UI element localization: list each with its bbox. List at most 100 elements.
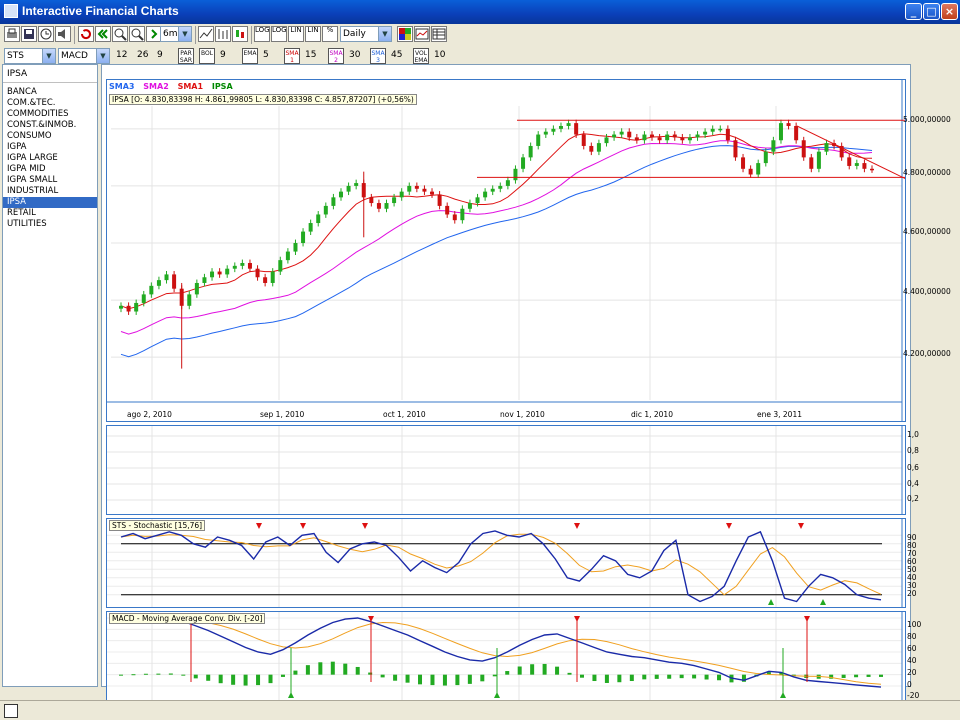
macd-histogram-bar xyxy=(193,674,198,679)
index-item-igpa-small[interactable]: IGPA SMALL xyxy=(3,175,97,186)
line-chart-icon[interactable] xyxy=(198,26,214,42)
macd-slow-value[interactable]: 26 xyxy=(137,50,148,60)
price-chart[interactable] xyxy=(107,80,905,421)
index-item-consumo[interactable]: CONSUMO xyxy=(3,131,97,142)
candle-body xyxy=(778,123,783,141)
candle-body xyxy=(536,134,541,146)
macd-histogram-bar xyxy=(231,674,236,685)
volume-ema-button[interactable]: VOL EMA xyxy=(413,48,429,64)
candle-chart-icon[interactable] xyxy=(232,26,248,42)
index-item-ipsa[interactable]: IPSA xyxy=(3,197,97,208)
index-item-utilities[interactable]: UTILITIES xyxy=(3,219,97,230)
print-icon[interactable] xyxy=(4,26,20,42)
bollinger-value[interactable]: 9 xyxy=(220,50,226,60)
save-icon[interactable] xyxy=(21,26,37,42)
macd-histogram-bar xyxy=(866,674,871,677)
candle-body xyxy=(194,282,199,295)
ema-button[interactable]: EMA xyxy=(242,48,258,64)
percent-scale-button[interactable]: % xyxy=(322,26,338,42)
bollinger-button[interactable]: BOL xyxy=(199,48,215,64)
sma1-button[interactable]: SMA 1 xyxy=(284,48,300,64)
candle-body xyxy=(263,277,268,283)
sell-signal-marker xyxy=(300,523,306,529)
sma3-button[interactable]: SMA 3 xyxy=(370,48,386,64)
candle-body xyxy=(543,131,548,135)
clock-icon[interactable] xyxy=(38,26,54,42)
macd-histogram-bar xyxy=(579,674,584,678)
y-axis-label: 100 xyxy=(907,620,922,629)
sma1-value[interactable]: 15 xyxy=(305,50,316,60)
bar-chart-icon[interactable] xyxy=(215,26,231,42)
candle-body xyxy=(718,128,723,131)
log-scale-button[interactable]: LOG xyxy=(254,26,270,42)
index-item-commodities[interactable]: COMMODITIES xyxy=(3,109,97,120)
candle-body xyxy=(801,140,806,158)
par-sar-button[interactable]: PAR SAR xyxy=(178,48,194,64)
macd-fast-value[interactable]: 12 xyxy=(116,50,127,60)
table-icon[interactable] xyxy=(431,26,447,42)
macd-histogram-bar xyxy=(517,666,522,675)
volume-panel[interactable]: 1,0 0,8 0,6 0,4 0,2 xyxy=(106,425,919,515)
macd-histogram-bar xyxy=(679,674,684,679)
zoom-out-icon[interactable] xyxy=(129,26,145,42)
index-item-igpa-large[interactable]: IGPA LARGE xyxy=(3,153,97,164)
index-item-const-inmob[interactable]: CONST.&INMOB. xyxy=(3,120,97,131)
buy-signal-marker xyxy=(780,692,786,698)
rewind-icon[interactable] xyxy=(95,26,111,42)
macd-chart[interactable] xyxy=(107,612,905,700)
macd-histogram-bar xyxy=(293,670,298,675)
index-item-retail[interactable]: RETAIL xyxy=(3,208,97,219)
indicator-select[interactable]: MACD ▼ xyxy=(58,48,110,64)
toolbar-separator xyxy=(251,26,252,44)
lin-scale-alt-button[interactable]: LIN xyxy=(305,26,321,42)
index-item-igpa-mid[interactable]: IGPA MID xyxy=(3,164,97,175)
title-bar: Interactive Financial Charts _ □ × xyxy=(0,0,960,24)
interval-select[interactable]: Daily ▼ xyxy=(340,26,392,42)
macd-histogram-bar xyxy=(667,674,672,679)
index-item-banca[interactable]: BANCA xyxy=(3,87,97,98)
chart-settings-icon[interactable] xyxy=(414,26,430,42)
candle-body xyxy=(695,134,700,138)
close-button[interactable]: × xyxy=(941,3,958,20)
candle-body xyxy=(604,137,609,144)
macd-panel[interactable]: MACD - Moving Average Conv. Div. [-20] 1… xyxy=(106,611,921,701)
lin-scale-button[interactable]: LIN xyxy=(288,26,304,42)
stochastic-panel[interactable]: STS - Stochastic [15,76] 90 80 70 60 50 … xyxy=(106,518,917,608)
candle-body xyxy=(665,134,670,141)
sma3-value[interactable]: 45 xyxy=(391,50,402,60)
index-item-igpa[interactable]: IGPA xyxy=(3,142,97,153)
candle-body xyxy=(369,197,374,204)
toolbar-separator xyxy=(74,26,75,44)
ema-value[interactable]: 5 xyxy=(263,50,269,60)
symbol-select-value: STS xyxy=(7,51,24,61)
candle-body xyxy=(247,262,252,269)
index-item-industrial[interactable]: INDUSTRIAL xyxy=(3,186,97,197)
volume-chart[interactable] xyxy=(107,426,905,514)
sma2-button[interactable]: SMA 2 xyxy=(328,48,344,64)
index-item-com-tec[interactable]: COM.&TEC. xyxy=(3,98,97,109)
chevron-down-icon[interactable]: ▼ xyxy=(378,27,391,41)
symbol-select[interactable]: STS ▼ xyxy=(4,48,56,64)
sma2-value[interactable]: 30 xyxy=(349,50,360,60)
candle-body xyxy=(710,128,715,132)
candle-body xyxy=(847,157,852,166)
zoom-in-icon[interactable] xyxy=(112,26,128,42)
refresh-icon[interactable] xyxy=(78,26,94,42)
sound-icon[interactable] xyxy=(55,26,71,42)
chevron-down-icon[interactable]: ▼ xyxy=(96,49,109,63)
chevron-down-icon[interactable]: ▼ xyxy=(178,27,191,41)
period-select[interactable]: 6m ▼ xyxy=(160,26,192,42)
macd-signal-value[interactable]: 9 xyxy=(157,50,163,60)
volume-ema-value[interactable]: 10 xyxy=(434,50,445,60)
sma1-line xyxy=(120,133,873,310)
minimize-button[interactable]: _ xyxy=(905,3,922,20)
macd-histogram-bar xyxy=(455,674,460,686)
palette-icon[interactable] xyxy=(397,26,413,42)
candle-body xyxy=(119,305,123,309)
stochastic-chart[interactable] xyxy=(107,519,905,607)
chevron-down-icon[interactable]: ▼ xyxy=(42,49,55,63)
macd-histogram-bar xyxy=(168,673,173,675)
log-scale-alt-button[interactable]: LOG xyxy=(271,26,287,42)
price-panel[interactable]: SMA3 SMA2 SMA1 IPSA IPSA [O: 4.830,83398… xyxy=(106,79,951,422)
maximize-button[interactable]: □ xyxy=(923,3,940,20)
